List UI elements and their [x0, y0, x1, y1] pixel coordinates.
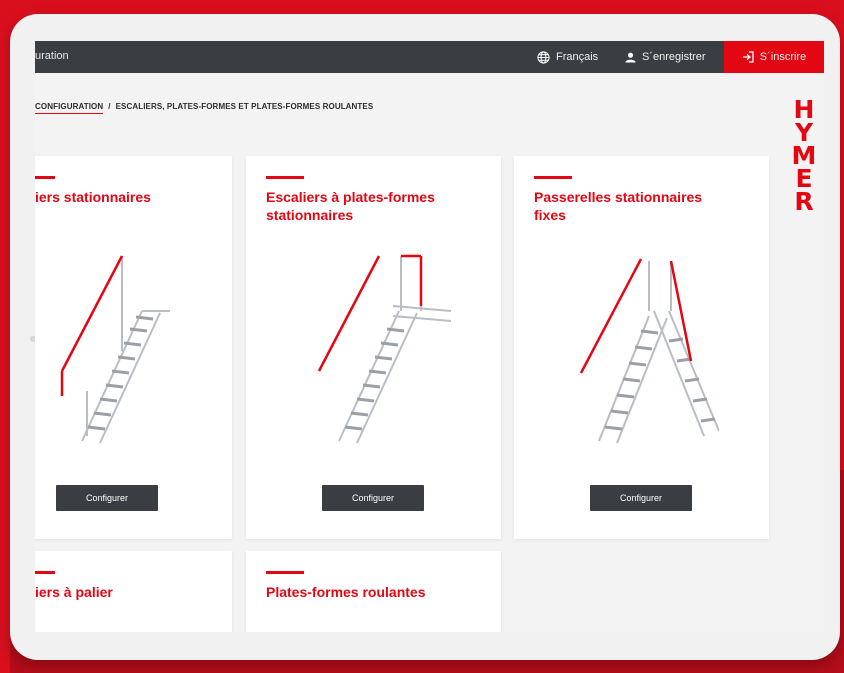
breadcrumb-current: ESCALIERS, PLATES-FORMES ET PLATES-FORME…: [115, 102, 374, 111]
product-card-fixed-walkways[interactable]: Passerelles stationnaires fixes Configur…: [514, 156, 769, 539]
product-card-platform-stairs[interactable]: Escaliers à plates-formes stationnaires: [246, 156, 501, 539]
breadcrumb: CONFIGURATION / ESCALIERS, PLATES-FORMES E…: [35, 102, 374, 114]
logo-letter: R: [794, 187, 814, 216]
card-title: Passerelles stationnaires fixes: [534, 189, 703, 223]
card-title: iers stationnaires: [35, 189, 151, 205]
card-title: Plates-formes roulantes: [266, 584, 426, 600]
product-card-landing-stairs[interactable]: iers à palier: [35, 551, 232, 632]
language-selector[interactable]: Français: [537, 41, 598, 73]
config-nav-label[interactable]: uration: [35, 50, 69, 62]
hymer-logo[interactable]: H Y M E R: [786, 97, 822, 216]
register-link[interactable]: S´enregistrer: [625, 41, 706, 73]
stairs-product-image: [60, 255, 170, 444]
card-title: Escaliers à plates-formes stationnaires: [266, 189, 435, 223]
card-accent-bar: [266, 571, 304, 574]
card-accent-bar: [35, 571, 55, 574]
language-label: Français: [556, 51, 599, 63]
login-label: S´inscrire: [759, 51, 807, 63]
walkway-product-image: [579, 258, 719, 444]
card-accent-bar: [266, 176, 304, 179]
user-icon: [625, 52, 636, 63]
configure-button[interactable]: Configurer: [322, 485, 424, 511]
top-navigation-bar: uration Français S´enregistrer S´inscrir…: [35, 41, 824, 73]
configure-button[interactable]: Configurer: [56, 485, 158, 511]
configure-button[interactable]: Configurer: [590, 485, 692, 511]
screen: uration Français S´enregistrer S´inscrir…: [35, 41, 824, 632]
card-title: iers à palier: [35, 584, 113, 600]
breadcrumb-separator: /: [108, 102, 111, 111]
platform-stairs-product-image: [317, 254, 451, 444]
card-accent-bar: [534, 176, 572, 179]
breadcrumb-configuration-link[interactable]: CONFIGURATION: [35, 102, 104, 114]
card-accent-bar: [35, 176, 55, 179]
register-label: S´enregistrer: [642, 51, 706, 63]
sign-in-icon: [742, 51, 754, 63]
product-card-mobile-platforms[interactable]: Plates-formes roulantes: [246, 551, 501, 632]
login-button[interactable]: S´inscrire: [724, 41, 824, 73]
product-card-stationary-stairs[interactable]: iers stationnaires Configurer: [35, 156, 232, 539]
globe-icon: [537, 50, 550, 64]
